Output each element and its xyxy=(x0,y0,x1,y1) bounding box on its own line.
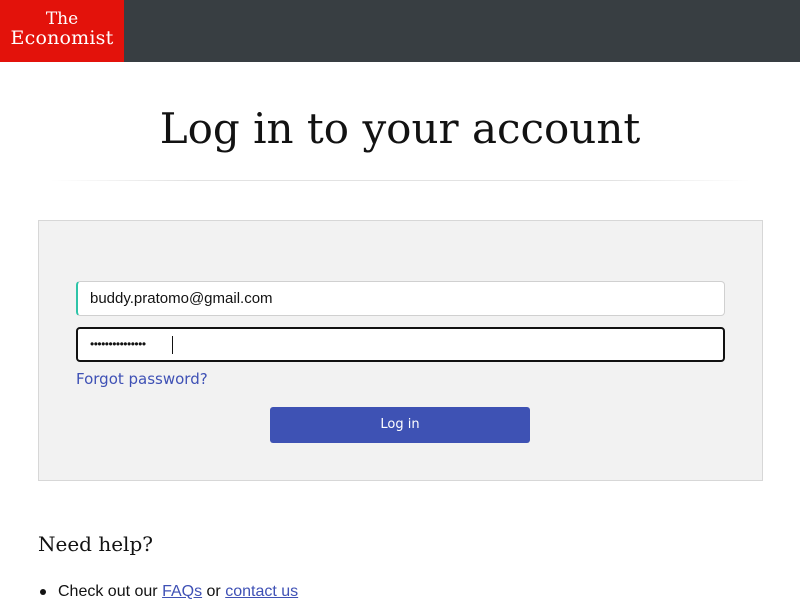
password-field[interactable]: ••••••••••••••• xyxy=(76,327,725,362)
need-help-heading: Need help? xyxy=(38,532,153,556)
logo-line-economist: Economist xyxy=(10,27,114,49)
page-title: Log in to your account xyxy=(159,104,641,153)
faqs-link[interactable]: FAQs xyxy=(162,583,202,600)
logo-line-the: The xyxy=(45,9,79,29)
contact-us-link[interactable]: contact us xyxy=(225,583,298,600)
economist-logo[interactable]: The Economist xyxy=(0,0,124,62)
bullet-icon xyxy=(40,589,46,595)
help-joiner-text: or xyxy=(206,583,221,600)
title-divider xyxy=(50,180,750,181)
email-field[interactable] xyxy=(76,281,725,316)
forgot-password-link[interactable]: Forgot password? xyxy=(76,370,208,388)
help-list: Check out our FAQs or contact us xyxy=(38,582,298,600)
top-header-bar: The Economist xyxy=(0,0,800,62)
text-cursor xyxy=(172,336,173,354)
help-list-item: Check out our FAQs or contact us xyxy=(38,582,298,600)
login-button[interactable]: Log in xyxy=(270,407,530,443)
login-panel: ••••••••••••••• Forgot password? Log in xyxy=(38,220,763,481)
help-prefix-text: Check out our xyxy=(58,583,158,600)
password-masked-value: ••••••••••••••• xyxy=(90,337,146,351)
